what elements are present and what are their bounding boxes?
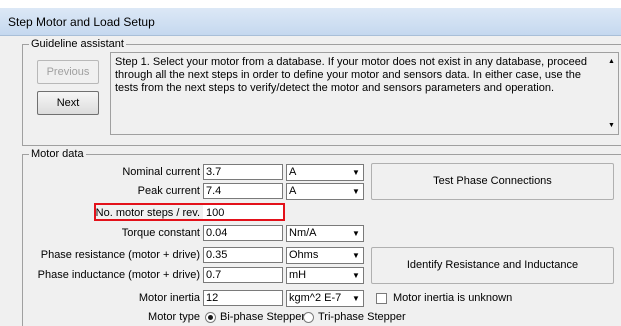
phase-inductance-label: Phase inductance (motor + drive) (37, 269, 200, 281)
previous-button[interactable]: Previous (37, 60, 99, 84)
phase-resistance-label: Phase resistance (motor + drive) (40, 249, 200, 261)
phase-inductance-unit-value: mH (289, 269, 307, 281)
torque-constant-label: Torque constant (121, 227, 200, 239)
phase-resistance-unit-value: Ohms (289, 249, 319, 261)
inertia-unknown-label: Motor inertia is unknown (393, 292, 513, 304)
phase-resistance-unit-select[interactable]: Ohms ▼ (286, 247, 364, 264)
identify-resistance-inductance-button[interactable]: Identify Resistance and Inductance (371, 247, 614, 284)
bi-phase-radio[interactable] (205, 312, 216, 323)
test-phase-connections-button[interactable]: Test Phase Connections (371, 163, 614, 200)
chevron-down-icon[interactable]: ▼ (349, 226, 363, 241)
motor-inertia-input[interactable]: 12 (203, 290, 283, 306)
torque-constant-unit-select[interactable]: Nm/A ▼ (286, 225, 364, 242)
motor-type-label: Motor type (148, 311, 200, 323)
torque-constant-unit-value: Nm/A (289, 227, 317, 239)
guideline-legend: Guideline assistant (31, 38, 124, 50)
highlight-box (94, 203, 285, 221)
title-bar: Step Motor and Load Setup (0, 0, 621, 36)
chevron-down-icon[interactable]: ▼ (349, 184, 363, 199)
guideline-message: Step 1. Select your motor from a databas… (115, 56, 588, 94)
inertia-unknown-checkbox[interactable] (376, 293, 387, 304)
scroll-down-arrow-icon[interactable]: ▼ (608, 119, 615, 132)
peak-current-unit-select[interactable]: A ▼ (286, 183, 364, 200)
motor-inertia-label: Motor inertia (138, 292, 200, 304)
tri-phase-label: Tri-phase Stepper (318, 311, 406, 323)
phase-inductance-input[interactable]: 0.7 (203, 267, 283, 283)
peak-current-label: Peak current (137, 185, 200, 197)
phase-inductance-unit-select[interactable]: mH ▼ (286, 267, 364, 284)
motor-inertia-unit-value: kgm^2 E-7 (289, 292, 342, 304)
vertical-scrollbar[interactable]: ▲ ▼ (605, 53, 618, 134)
peak-current-unit-value: A (289, 185, 297, 197)
chevron-down-icon[interactable]: ▼ (349, 165, 363, 180)
peak-current-input[interactable]: 7.4 (203, 183, 283, 199)
chevron-down-icon[interactable]: ▼ (349, 291, 363, 306)
nominal-current-input[interactable]: 3.7 (203, 164, 283, 180)
motor-data-legend: Motor data (31, 148, 84, 160)
nominal-current-unit-select[interactable]: A ▼ (286, 164, 364, 181)
window-title: Step Motor and Load Setup (8, 15, 155, 29)
chevron-down-icon[interactable]: ▼ (349, 248, 363, 263)
bi-phase-label: Bi-phase Stepper (220, 311, 305, 323)
guideline-message-box[interactable]: Step 1. Select your motor from a databas… (110, 52, 619, 135)
chevron-down-icon[interactable]: ▼ (349, 268, 363, 283)
nominal-current-unit-value: A (289, 166, 297, 178)
tri-phase-radio[interactable] (303, 312, 314, 323)
scroll-up-arrow-icon[interactable]: ▲ (608, 55, 615, 68)
next-button[interactable]: Next (37, 91, 99, 115)
phase-resistance-input[interactable]: 0.35 (203, 247, 283, 263)
motor-inertia-unit-select[interactable]: kgm^2 E-7 ▼ (286, 290, 364, 307)
torque-constant-input[interactable]: 0.04 (203, 225, 283, 241)
nominal-current-label: Nominal current (122, 166, 200, 178)
